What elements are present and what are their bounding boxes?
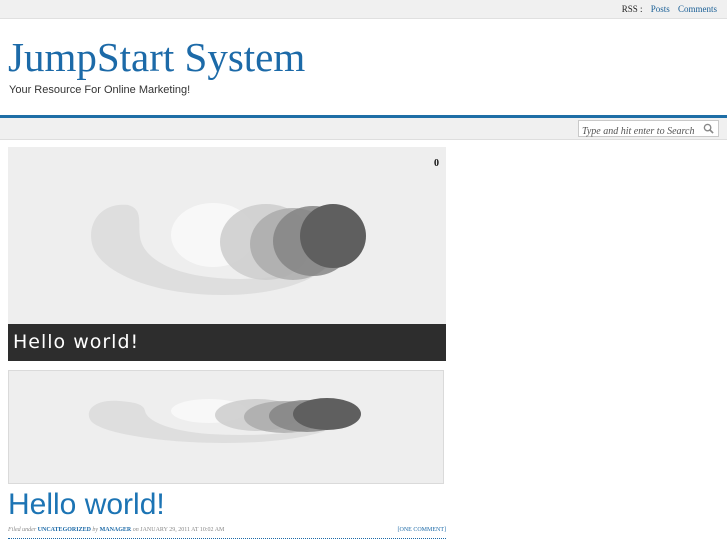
author-link[interactable]: manager <box>100 527 132 533</box>
comments-link[interactable]: [ONE COMMENT] <box>398 527 447 533</box>
rss-links: RSS : Posts Comments <box>622 4 717 14</box>
rss-label: RSS : <box>621 4 643 14</box>
top-bar: RSS : Posts Comments <box>0 0 727 19</box>
post-placeholder-image <box>88 398 361 443</box>
search-box <box>578 120 719 139</box>
comment-count[interactable]: 0 <box>434 158 439 169</box>
post-thumbnail[interactable] <box>8 370 444 484</box>
post-divider <box>8 538 446 539</box>
on-label: on <box>132 527 139 533</box>
rss-comments-link[interactable]: Comments <box>678 4 717 14</box>
featured-post[interactable]: 0 Hello world! <box>8 147 446 361</box>
post-date: JANUARY 29, 2011 AT 10:02 AM <box>140 527 225 533</box>
site-tagline: Your Resource For Online Marketing! <box>9 84 191 96</box>
site-title[interactable]: JumpStart System <box>8 34 305 80</box>
featured-caption-bar: Hello world! <box>8 324 446 361</box>
post-meta: Filed under Uncategorized by manager on … <box>8 527 446 533</box>
category-link[interactable]: Uncategorized <box>38 527 91 533</box>
featured-placeholder-image <box>91 203 366 295</box>
rss-posts-link[interactable]: Posts <box>651 4 670 14</box>
filed-under-label: Filed under <box>8 527 37 533</box>
post-title[interactable]: Hello world! <box>8 487 165 523</box>
search-input[interactable] <box>579 124 700 139</box>
search-icon[interactable] <box>703 123 714 134</box>
featured-caption-title[interactable]: Hello world! <box>13 331 139 353</box>
by-label: by <box>92 527 99 533</box>
